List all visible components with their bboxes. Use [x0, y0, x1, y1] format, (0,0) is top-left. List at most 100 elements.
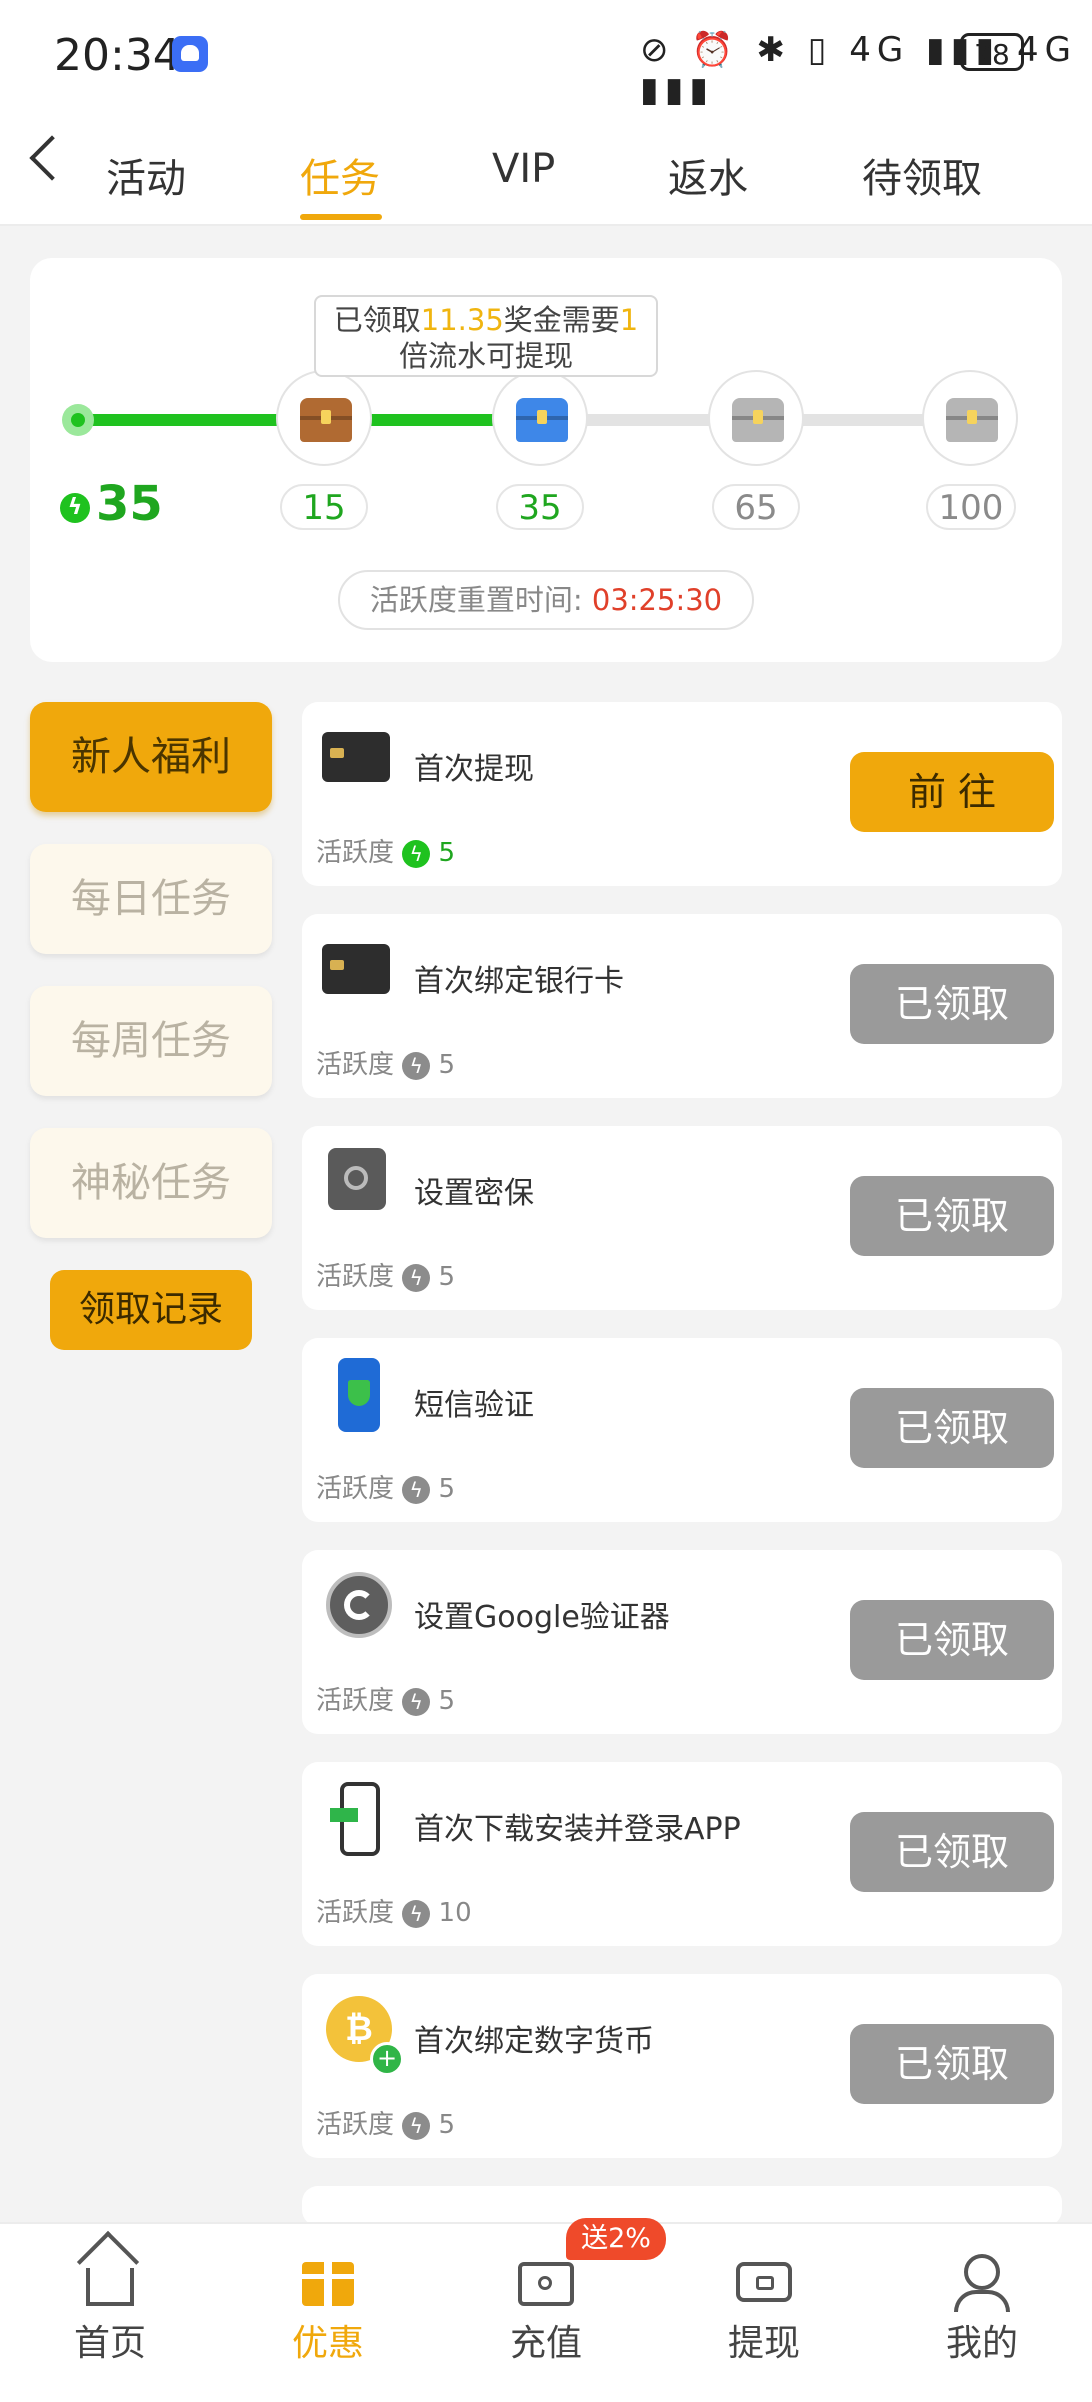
menu-mystery-tasks[interactable]: 神秘任务 [30, 1128, 272, 1238]
nav-label: 充值 [509, 2323, 582, 2364]
task-title: 首次提现 [414, 752, 534, 787]
app-download-icon [322, 1782, 396, 1856]
task-card: ₿ + 首次绑定数字货币 活跃度 ϟ 5 已领取 [302, 1974, 1062, 2158]
menu-newcomer-benefits[interactable]: 新人福利 [30, 702, 272, 812]
status-icons: ⊘ ⏰ ✱ ▯ 4G ▮▮▮ 4G ▮▮▮ [640, 30, 1077, 110]
task-title: 短信验证 [414, 1388, 534, 1423]
reset-label: 活跃度重置时间: [369, 583, 583, 617]
task-card: 设置密保 活跃度 ϟ 5 已领取 [302, 1126, 1062, 1310]
milestone-label: 35 [496, 484, 584, 530]
bolt-icon: ϟ [402, 1687, 431, 1716]
task-card: 首次下载安装并登录APP 活跃度 ϟ 10 已领取 [302, 1762, 1062, 1946]
tab-activity[interactable]: 活动 [106, 146, 186, 204]
claimed-button[interactable]: 已领取 [850, 964, 1054, 1044]
activity-label: 活跃度 [316, 2110, 395, 2140]
claim-record-button[interactable]: 领取记录 [50, 1270, 252, 1350]
nav-profile[interactable]: 我的 [912, 2250, 1052, 2366]
task-card-partial [302, 2186, 1062, 2226]
status-time: 20:34 [54, 30, 181, 81]
milestone-chest-15[interactable] [276, 370, 372, 466]
bitcoin-icon: ₿ + [322, 1994, 404, 2076]
phone-shield-icon [322, 1358, 396, 1432]
activity-label: 活跃度 [316, 1050, 395, 1080]
promo-badge: 送2% [566, 2218, 666, 2260]
tab-active-indicator [300, 214, 382, 220]
activity-points: 5 [438, 2110, 456, 2140]
activity-points: 5 [438, 838, 456, 868]
tab-tasks[interactable]: 任务 [300, 146, 380, 204]
bolt-icon: ϟ [402, 1263, 431, 1292]
bolt-icon: ϟ [402, 839, 431, 868]
app-notification-icon [172, 36, 208, 72]
reset-time-badge: 活跃度重置时间: 03:25:30 [338, 570, 754, 630]
menu-weekly-tasks[interactable]: 每周任务 [30, 986, 272, 1096]
go-button[interactable]: 前 往 [850, 752, 1054, 832]
milestone-label: 65 [712, 484, 800, 530]
task-activity: 活跃度 ϟ 5 [316, 1680, 455, 1717]
milestone-chest-65[interactable] [708, 370, 804, 466]
bolt-icon: ϟ [402, 2111, 431, 2140]
safe-icon [322, 1146, 396, 1220]
credit-card-icon [318, 934, 396, 1008]
task-title: 首次绑定数字货币 [414, 2024, 654, 2059]
home-icon [86, 2268, 134, 2306]
bolt-icon: ϟ [60, 493, 90, 523]
tooltip-mid: 奖金需要 [503, 303, 620, 337]
menu-daily-tasks[interactable]: 每日任务 [30, 844, 272, 954]
treasure-chest-icon [516, 398, 568, 442]
claimed-button[interactable]: 已领取 [850, 2024, 1054, 2104]
bolt-icon: ϟ [402, 1475, 431, 1504]
activity-label: 活跃度 [316, 838, 395, 868]
treasure-chest-icon [300, 398, 352, 442]
gift-icon [300, 2262, 356, 2306]
activity-points: 5 [438, 1050, 456, 1080]
activity-points: 10 [438, 1898, 472, 1928]
treasure-chest-icon [732, 398, 784, 442]
activity-points: 5 [438, 1686, 456, 1716]
user-icon [954, 2254, 1010, 2312]
battery-icon: 78 [960, 33, 1024, 71]
task-title: 首次下载安装并登录APP [414, 1812, 741, 1847]
task-title: 首次绑定银行卡 [414, 964, 624, 999]
nav-label: 优惠 [291, 2323, 364, 2364]
current-activity-score: ϟ 35 [60, 476, 163, 532]
tab-vip[interactable]: VIP [492, 146, 555, 192]
nav-label: 提现 [727, 2323, 800, 2364]
nav-promotions[interactable]: 优惠 [258, 2250, 398, 2366]
tab-pending[interactable]: 待领取 [862, 146, 982, 204]
activity-points: 5 [438, 1262, 456, 1292]
task-activity: 活跃度 ϟ 5 [316, 1044, 455, 1081]
activity-label: 活跃度 [316, 1686, 395, 1716]
milestone-label: 15 [280, 484, 368, 530]
bolt-icon: ϟ [402, 1051, 431, 1080]
withdraw-ticket-icon [736, 2262, 792, 2302]
activity-label: 活跃度 [316, 1474, 395, 1504]
milestone-chest-100[interactable] [922, 370, 1018, 466]
task-title: 设置Google验证器 [414, 1600, 670, 1635]
nav-withdraw[interactable]: 提现 [694, 2250, 834, 2366]
task-card: 短信验证 活跃度 ϟ 5 已领取 [302, 1338, 1062, 1522]
activity-label: 活跃度 [316, 1898, 395, 1928]
claimed-button[interactable]: 已领取 [850, 1600, 1054, 1680]
task-activity: 活跃度 ϟ 10 [316, 1892, 472, 1929]
current-activity-value: 35 [96, 476, 163, 532]
wallet-icon [518, 2262, 574, 2306]
task-activity: 活跃度 ϟ 5 [316, 832, 455, 869]
nav-home[interactable]: 首页 [40, 2250, 180, 2366]
reward-tooltip: 已领取11.35奖金需要1 倍流水可提现 [314, 295, 658, 377]
task-activity: 活跃度 ϟ 5 [316, 2104, 455, 2141]
claimed-button[interactable]: 已领取 [850, 1812, 1054, 1892]
tab-rebate[interactable]: 返水 [668, 146, 748, 204]
tooltip-suffix: 倍流水可提现 [398, 339, 573, 373]
credit-card-icon [318, 722, 396, 796]
nav-label: 我的 [945, 2323, 1018, 2364]
claimed-button[interactable]: 已领取 [850, 1176, 1054, 1256]
milestone-chest-35[interactable] [492, 370, 588, 466]
tooltip-multiplier: 1 [619, 303, 639, 337]
treasure-chest-icon [946, 398, 998, 442]
claimed-button[interactable]: 已领取 [850, 1388, 1054, 1468]
tooltip-prefix: 已领取 [333, 303, 421, 337]
activity-label: 活跃度 [316, 1262, 395, 1292]
task-activity: 活跃度 ϟ 5 [316, 1256, 455, 1293]
nav-deposit[interactable]: 充值 [476, 2250, 616, 2366]
